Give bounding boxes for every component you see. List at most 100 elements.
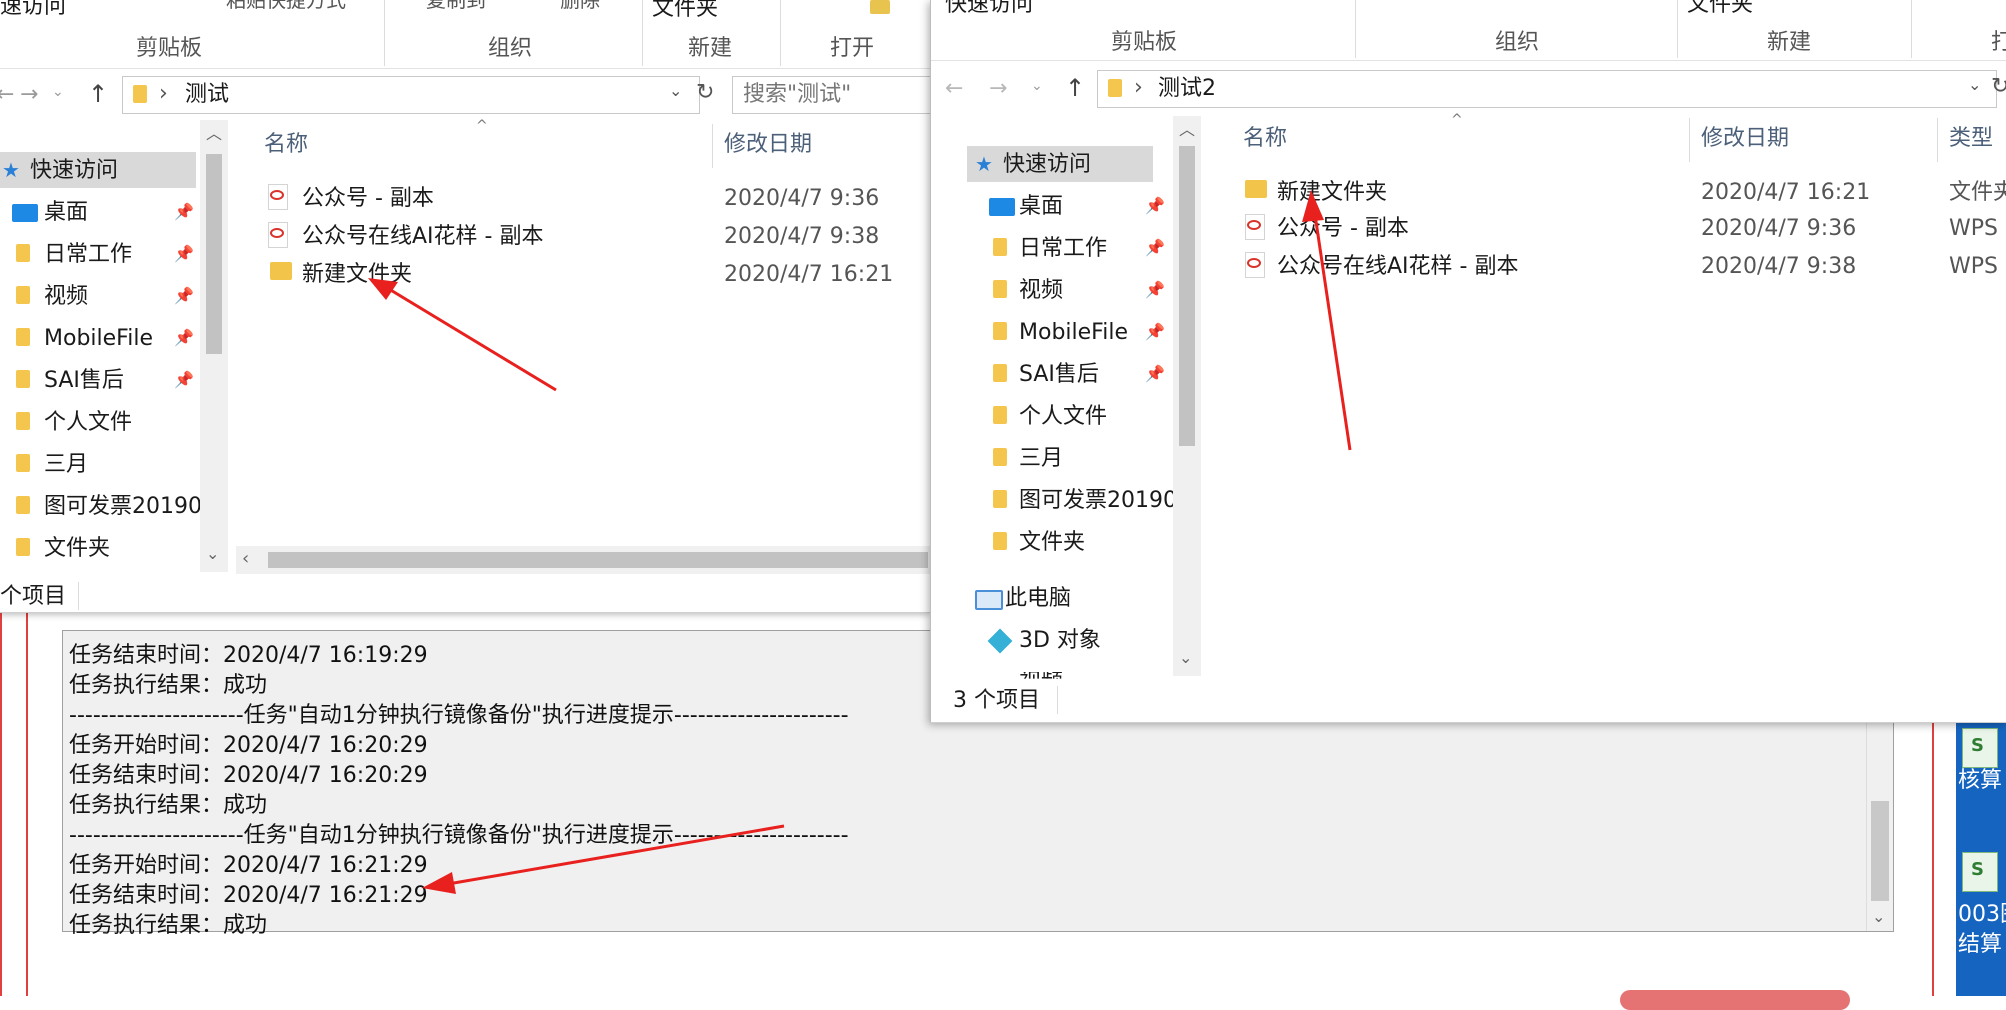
chevron-down-icon[interactable]: ⌄ [1031,78,1043,94]
nav-item-sai-after-sales[interactable]: SAI售后 [1019,364,1099,386]
nav-item-video[interactable]: 视频 [44,286,88,308]
desktop-icon-label: 结算 [1958,932,2003,957]
chevron-down-icon[interactable]: ⌄ [206,544,219,563]
nav-scroll-thumb[interactable] [206,154,222,354]
desktop-icon-label: 核算 [1958,768,2003,793]
column-header-type[interactable]: 类型 [1949,128,1993,150]
breadcrumb-path[interactable]: 测试 [185,84,229,106]
chevron-down-icon[interactable]: ⌄ [1872,907,1885,926]
column-header-name[interactable]: 名称 [264,134,308,156]
nav-item-daily-work[interactable]: 日常工作 [1019,238,1107,260]
nav-scrollbar[interactable]: ︿ ⌄ [1173,116,1201,676]
nav-item-desktop[interactable]: 桌面 [1019,196,1063,218]
log-scroll-thumb[interactable] [1871,801,1889,901]
up-arrow-icon[interactable]: ↑ [88,80,108,108]
chevron-down-icon[interactable]: ⌄ [1968,75,1981,94]
folder-icon [993,448,1007,466]
nav-item-quick-access[interactable]: 快速访问 [1003,154,1091,176]
forward-arrow-icon[interactable]: → [20,82,38,107]
pin-icon[interactable]: 📌 [174,286,194,305]
file-date: 2020/4/7 9:36 [724,186,880,211]
log-line: 任务开始时间：2020/4/7 16:21:29 [69,853,428,878]
chevron-down-icon[interactable]: ⌄ [1179,648,1192,667]
nav-item-march[interactable]: 三月 [1019,448,1063,470]
copy-to-button[interactable]: 复制到 [426,0,486,10]
pin-icon[interactable]: 📌 [1145,280,1165,299]
file-name[interactable]: 公众号 - 副本 [1277,218,1409,240]
nav-item-personal-files[interactable]: 个人文件 [1019,406,1107,428]
background-app-button[interactable] [1620,990,1850,1010]
nav-item-mobilefile[interactable]: MobileFile [1019,322,1128,344]
nav-item-folder[interactable]: 文件夹 [1019,532,1085,554]
back-arrow-icon[interactable]: ← [0,82,14,107]
file-name[interactable]: 公众号在线AI花样 - 副本 [302,226,543,248]
back-arrow-icon[interactable]: ← [945,76,963,101]
nav-item-folder[interactable]: 文件夹 [44,538,110,560]
spreadsheet-icon[interactable]: S [1962,852,1998,892]
column-header-name[interactable]: 名称 [1243,128,1287,150]
ribbon-group-clipboard: 剪贴板 [1111,30,1178,55]
pin-icon[interactable]: 📌 [174,328,194,347]
navigation-pane: ★ 快速访问 桌面 📌 日常工作 📌 视频 📌 MobileFile 📌 SAI… [0,120,230,570]
this-pc-icon [975,590,1003,610]
nav-item-daily-work[interactable]: 日常工作 [44,244,132,266]
new-folder-button[interactable]: 文件夹 [652,0,718,20]
refresh-icon[interactable]: ↻ [1991,74,2006,99]
pin-icon[interactable]: 📌 [1145,322,1165,341]
ribbon-label-quick-access: 速访问 [0,0,67,19]
column-header-date[interactable]: 修改日期 [1701,128,1789,150]
pin-icon[interactable]: 📌 [174,244,194,263]
nav-item-desktop[interactable]: 桌面 [44,202,88,224]
log-line: 任务结束时间：2020/4/7 16:20:29 [69,763,428,788]
nav-item-personal-files[interactable]: 个人文件 [44,412,132,434]
nav-item-invoice[interactable]: 图可发票201909 [44,496,216,518]
folder-icon [993,280,1007,298]
refresh-icon[interactable]: ↻ [696,80,722,110]
horizontal-scrollbar[interactable]: ‹ [236,546,930,574]
pin-icon[interactable]: 📌 [1145,364,1165,383]
new-folder-button[interactable]: 文件夹 [1687,0,1753,16]
nav-item-march[interactable]: 三月 [44,454,88,476]
nav-item-3d-objects[interactable]: 3D 对象 [1019,630,1101,652]
paste-shortcut-button[interactable]: 粘贴快捷方式 [226,0,346,10]
folder-icon [993,322,1007,340]
chevron-up-icon[interactable]: ︿ [206,120,222,144]
address-bar[interactable]: › 测试 ⌄ [122,76,700,114]
nav-scrollbar[interactable]: ︿ ⌄ [200,120,228,572]
address-bar[interactable]: › 测试2 ⌄ [1097,70,1997,108]
file-date: 2020/4/7 9:36 [1701,216,1857,241]
nav-item-invoice[interactable]: 图可发票201909 [1019,490,1191,512]
file-type: 文件夹 [1949,180,2006,205]
file-name[interactable]: 公众号 - 副本 [302,188,434,210]
chevron-up-icon[interactable]: ︿ [1179,116,1195,140]
file-name[interactable]: 公众号在线AI花样 - 副本 [1277,256,1518,278]
ribbon-group-organize: 组织 [1495,30,1540,55]
pin-icon[interactable]: 📌 [174,202,194,221]
delete-button[interactable]: 删除 [560,0,600,10]
nav-item-sai-after-sales[interactable]: SAI售后 [44,370,124,392]
spreadsheet-icon[interactable]: S [1962,728,1998,768]
chevron-left-icon[interactable]: ‹ [242,548,249,569]
breadcrumb-path[interactable]: 测试2 [1158,78,1216,100]
pin-icon[interactable]: 📌 [174,370,194,389]
pin-icon[interactable]: 📌 [1145,196,1165,215]
search-placeholder: 搜索"测试" [743,82,852,107]
nav-item-video[interactable]: 视频 [1019,280,1063,302]
file-name[interactable]: 新建文件夹 [1277,182,1387,204]
nav-item-quick-access[interactable]: 快速访问 [30,160,118,182]
nav-item-mobilefile[interactable]: MobileFile [44,328,153,350]
open-icon[interactable] [870,0,890,14]
chevron-down-icon[interactable]: ⌄ [669,81,682,100]
up-arrow-icon[interactable]: ↑ [1065,74,1085,102]
forward-arrow-icon[interactable]: → [989,76,1007,101]
pin-icon[interactable]: 📌 [1145,238,1165,257]
horizontal-scroll-thumb[interactable] [268,552,928,568]
search-input[interactable]: 搜索"测试" [732,76,930,114]
ribbon: 快速访问 文件夹 剪贴板 组织 新建 打 [931,0,2006,61]
nav-scroll-thumb[interactable] [1179,146,1195,446]
ribbon-group-open: 打 [1991,32,2006,54]
column-header-date[interactable]: 修改日期 [724,134,812,156]
chevron-down-icon[interactable]: ⌄ [52,84,64,100]
nav-item-this-pc[interactable]: 此电脑 [1005,588,1071,610]
file-name[interactable]: 新建文件夹 [302,264,412,286]
